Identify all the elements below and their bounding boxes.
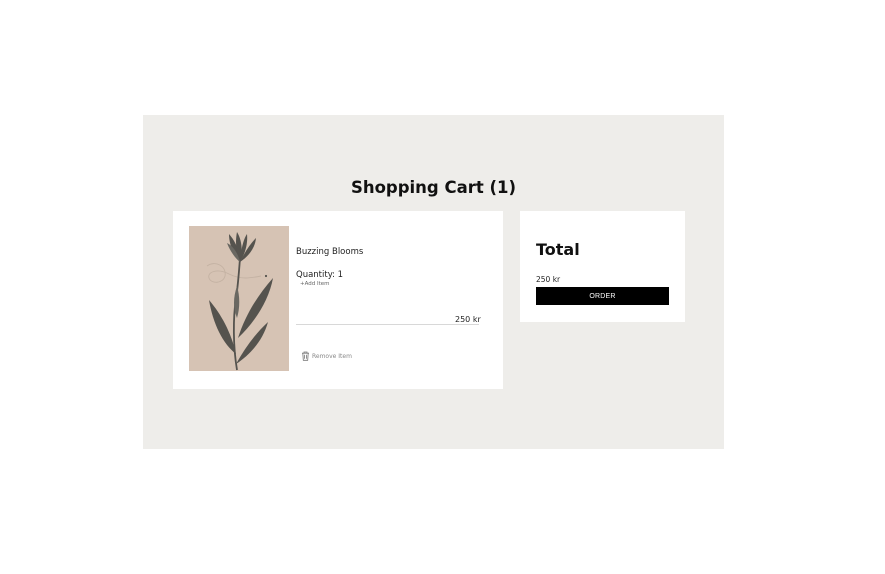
total-amount: 250 kr [536,275,561,284]
cart-item-card: Buzzing Blooms Quantity: 1 +Add Item 250… [173,211,503,389]
leaf [236,322,268,364]
botanical-illustration [206,232,273,371]
remove-item-label: Remove Item [312,352,352,360]
total-heading: Total [536,240,580,259]
trash-icon [301,351,310,361]
leaf [209,300,236,354]
page-title: Shopping Cart (1) [350,178,517,197]
product-name: Buzzing Blooms [296,247,364,257]
quantity-label: Quantity: 1 [296,270,344,280]
doodle-line [206,263,262,283]
product-image [189,226,289,371]
bee-dot [264,274,268,278]
leaf [238,278,273,338]
add-item-link[interactable]: +Add Item [300,281,330,287]
divider [296,324,479,325]
cart-panel: Shopping Cart (1) Buzzing Blooms Quantit… [143,115,724,449]
order-summary-card: Total 250 kr ORDER [520,211,685,322]
item-price: 250 kr [455,315,481,324]
remove-item-button[interactable]: Remove Item [301,351,352,361]
order-button[interactable]: ORDER [536,287,669,305]
